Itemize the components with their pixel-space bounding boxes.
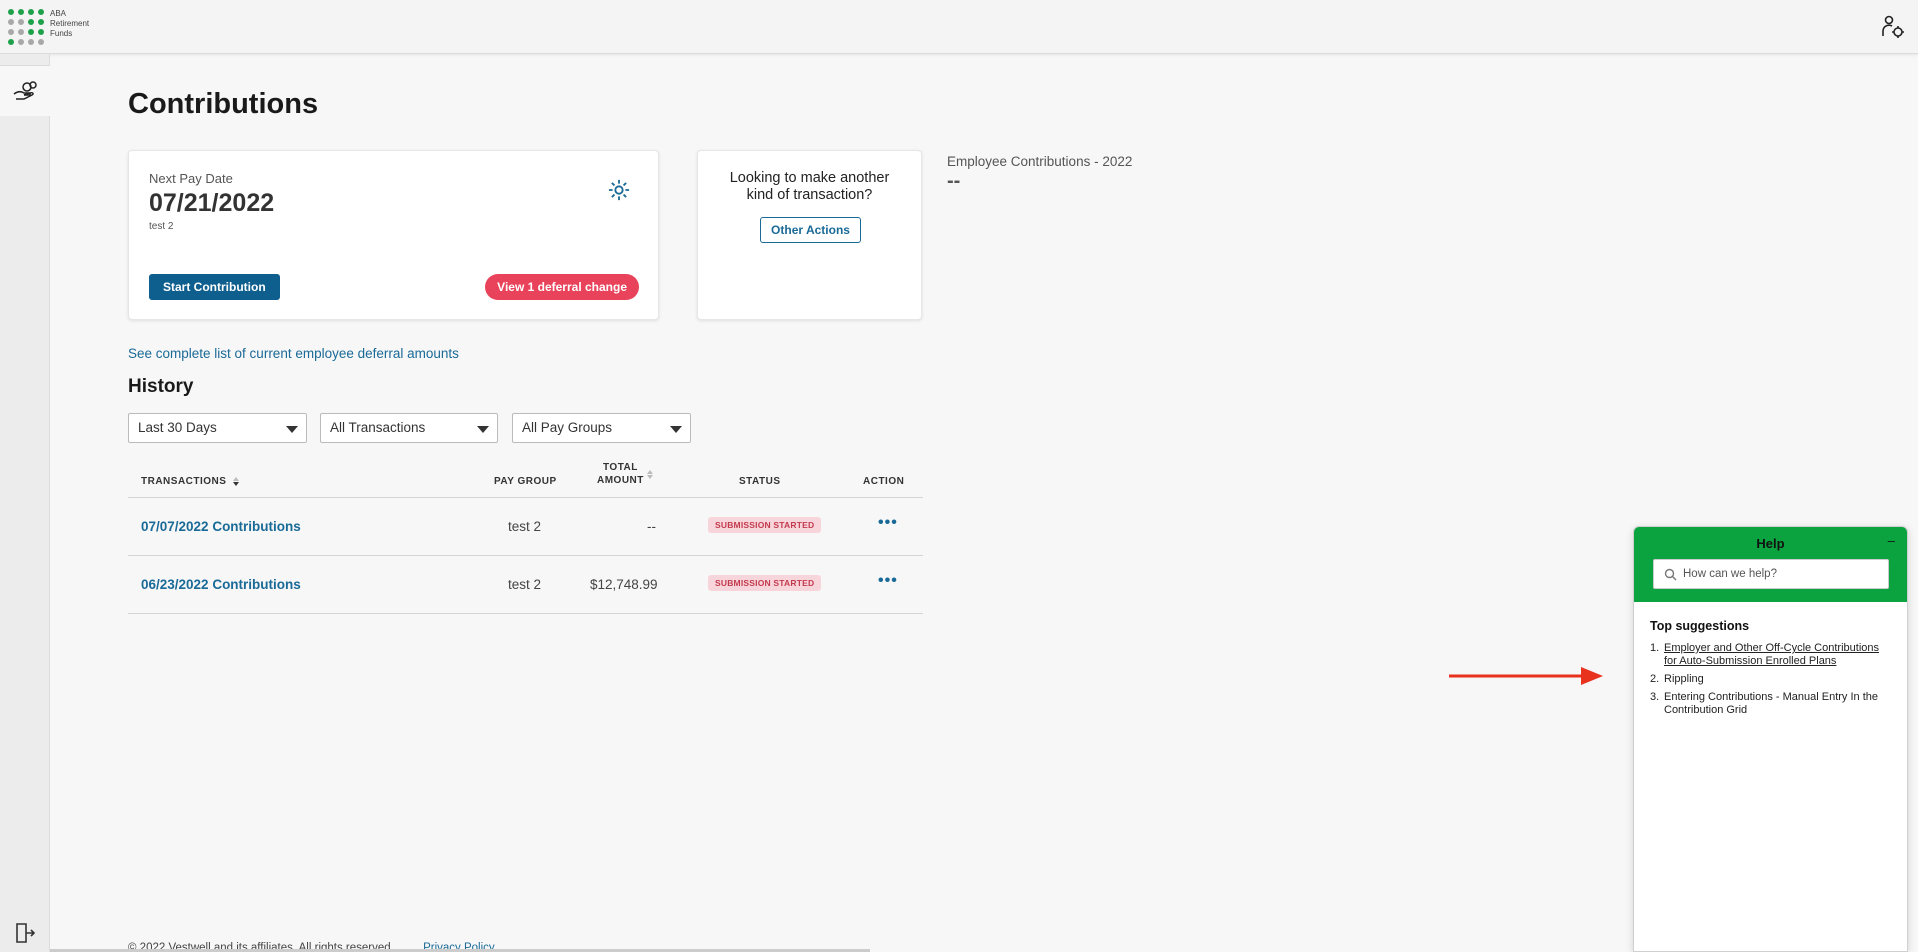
other-actions-button[interactable]: Other Actions	[760, 217, 861, 243]
sidebar-item-contributions[interactable]	[0, 66, 50, 116]
transaction-type-filter-value: All Transactions	[330, 420, 426, 435]
pay-group-filter-select[interactable]: All Pay Groups	[512, 413, 691, 443]
page-title: Contributions	[128, 88, 319, 120]
logo-line-3: Funds	[50, 29, 73, 38]
row-pay-group: test 2	[508, 519, 542, 534]
gear-icon[interactable]	[608, 179, 630, 201]
help-header: Help – How can we help?	[1634, 527, 1907, 602]
annotation-arrow	[1449, 667, 1603, 685]
next-pay-date-label: Next Pay Date	[149, 171, 233, 186]
top-bar: ABA Retirement Funds	[0, 0, 1918, 54]
pay-group-name: test 2	[149, 221, 174, 232]
row-actions-menu-icon[interactable]: •••	[878, 514, 898, 532]
top-suggestions-title: Top suggestions	[1650, 619, 1750, 633]
user-settings-icon[interactable]	[1880, 14, 1906, 40]
suggestion-number: 1.	[1650, 642, 1660, 654]
pay-group-filter-value: All Pay Groups	[522, 420, 613, 435]
logo-dot	[18, 29, 24, 35]
period-filter-select[interactable]: Last 30 Days	[128, 413, 307, 443]
chevron-down-icon	[286, 426, 298, 433]
help-search-input[interactable]: How can we help?	[1653, 559, 1889, 589]
suggestion-link[interactable]: Entering Contributions - Manual Entry In…	[1664, 691, 1878, 716]
logo-dot	[28, 9, 34, 15]
help-body: Top suggestions 1. Employer and Other Of…	[1634, 602, 1907, 739]
transaction-link[interactable]: 06/23/2022 Contributions	[141, 577, 301, 592]
other-transaction-card: Looking to make another kind of transact…	[697, 150, 922, 320]
chevron-down-icon	[670, 426, 682, 433]
list-item: 1. Employer and Other Off-Cycle Contribu…	[1650, 642, 1891, 668]
table-header-row: TRANSACTIONS PAY GROUP TOTAL AMOUNT STAT…	[128, 462, 923, 498]
row-amount: --	[647, 519, 656, 534]
status-badge: SUBMISSION STARTED	[708, 517, 822, 533]
logo-dots	[8, 9, 44, 45]
suggestion-number: 2.	[1650, 673, 1660, 685]
employee-contributions-label: Employee Contributions - 2022	[947, 154, 1133, 169]
logout-icon[interactable]	[14, 922, 36, 944]
chevron-down-icon	[477, 426, 489, 433]
suggestions-list: 1. Employer and Other Off-Cycle Contribu…	[1650, 642, 1891, 717]
logo-dot	[8, 39, 14, 45]
col-total-amount-line1: TOTAL	[602, 462, 638, 473]
help-widget: Help – How can we help? Top suggestions …	[1633, 526, 1908, 952]
logo-dot	[18, 39, 24, 45]
hand-coins-icon	[13, 81, 37, 100]
row-pay-group: test 2	[508, 577, 542, 592]
row-amount: $12,748.99	[590, 577, 658, 592]
col-total-amount-line2: AMOUNT	[597, 475, 644, 486]
suggestion-link[interactable]: Rippling	[1664, 673, 1704, 685]
logo-dot	[8, 19, 14, 25]
sort-icon	[232, 476, 239, 486]
sidebar-top-strip	[0, 54, 50, 66]
next-pay-date-card: Next Pay Date 07/21/2022 test 2 Start Co…	[128, 150, 659, 320]
logo-dot	[8, 9, 14, 15]
period-filter-value: Last 30 Days	[138, 420, 217, 435]
deferral-amounts-link[interactable]: See complete list of current employee de…	[128, 346, 459, 361]
next-pay-date-value: 07/21/2022	[149, 189, 275, 217]
logo-line-1: ABA	[50, 9, 67, 18]
sort-icon	[646, 469, 653, 479]
status-badge: SUBMISSION STARTED	[708, 575, 822, 591]
logo-dot	[28, 29, 34, 35]
logo-dot	[18, 9, 24, 15]
history-table: TRANSACTIONS PAY GROUP TOTAL AMOUNT STAT…	[128, 462, 923, 614]
col-action: ACTION	[863, 476, 905, 487]
logo-dot	[38, 29, 44, 35]
employee-contributions-value: --	[947, 170, 961, 192]
logo-line-2: Retirement	[50, 19, 90, 28]
col-transactions-label: TRANSACTIONS	[141, 476, 227, 487]
col-status: STATUS	[739, 476, 781, 487]
list-item: 2. Rippling	[1650, 673, 1891, 686]
logo-text: ABA Retirement Funds	[50, 9, 89, 39]
logo-dot	[8, 29, 14, 35]
start-contribution-button[interactable]: Start Contribution	[149, 274, 280, 300]
transaction-link[interactable]: 07/07/2022 Contributions	[141, 519, 301, 534]
row-actions-menu-icon[interactable]: •••	[878, 572, 898, 590]
logo-dot	[28, 39, 34, 45]
view-deferral-change-button[interactable]: View 1 deferral change	[485, 274, 639, 300]
suggestion-link[interactable]: Employer and Other Off-Cycle Contributio…	[1664, 642, 1879, 667]
table-row: 07/07/2022 Contributions test 2 -- SUBMI…	[128, 498, 923, 556]
table-row: 06/23/2022 Contributions test 2 $12,748.…	[128, 556, 923, 614]
other-transaction-question: Looking to make another kind of transact…	[729, 170, 890, 203]
history-title: History	[128, 376, 194, 397]
logo-dot	[38, 39, 44, 45]
suggestion-number: 3.	[1650, 691, 1660, 703]
logo-dot	[18, 19, 24, 25]
aba-logo[interactable]: ABA Retirement Funds	[8, 9, 89, 45]
logo-dot	[38, 19, 44, 25]
sidebar	[0, 116, 50, 952]
list-item: 3. Entering Contributions - Manual Entry…	[1650, 691, 1891, 717]
help-search-placeholder: How can we help?	[1683, 568, 1777, 580]
logo-dot	[38, 9, 44, 15]
col-transactions[interactable]: TRANSACTIONS	[141, 476, 239, 487]
transaction-type-filter-select[interactable]: All Transactions	[320, 413, 498, 443]
col-total-amount[interactable]: TOTAL AMOUNT	[597, 462, 653, 486]
logo-dot	[28, 19, 34, 25]
help-title: Help	[1756, 536, 1785, 551]
minimize-button[interactable]: –	[1888, 533, 1895, 548]
search-icon	[1664, 568, 1677, 581]
col-pay-group: PAY GROUP	[494, 476, 557, 487]
